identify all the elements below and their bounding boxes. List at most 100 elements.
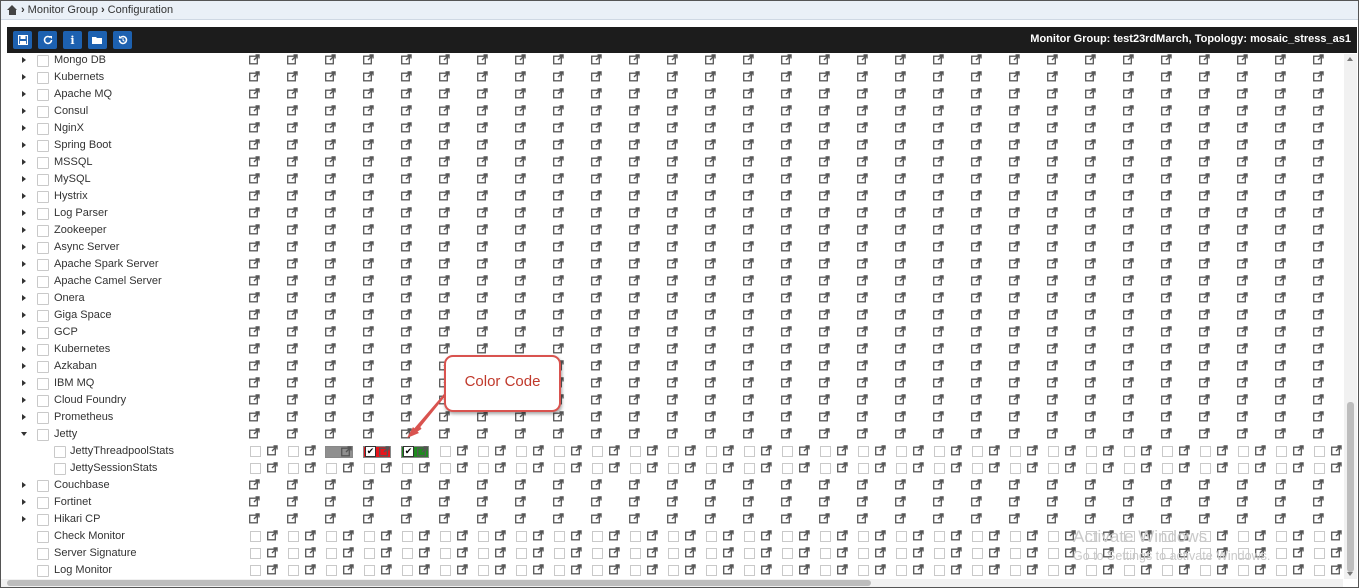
external-link-icon[interactable] <box>1255 530 1267 542</box>
external-link-icon[interactable] <box>971 139 983 151</box>
row-checkbox[interactable] <box>37 293 49 305</box>
external-link-icon[interactable] <box>857 343 869 355</box>
external-link-icon[interactable] <box>971 360 983 372</box>
external-link-icon[interactable] <box>819 309 831 321</box>
external-link-icon[interactable] <box>781 326 793 338</box>
external-link-icon[interactable] <box>705 190 717 202</box>
external-link-icon[interactable] <box>705 156 717 168</box>
external-link-icon[interactable] <box>1009 173 1021 185</box>
caret-right-icon[interactable] <box>22 193 26 199</box>
external-link-icon[interactable] <box>591 343 603 355</box>
external-link-icon[interactable] <box>647 564 659 576</box>
external-link-icon[interactable] <box>895 496 907 508</box>
cell-checkbox[interactable] <box>1314 446 1325 457</box>
cell-checkbox[interactable] <box>1314 531 1325 542</box>
external-link-icon[interactable] <box>1141 462 1153 474</box>
cell-checkbox[interactable] <box>820 548 831 559</box>
external-link-icon[interactable] <box>933 139 945 151</box>
external-link-icon[interactable] <box>895 394 907 406</box>
external-link-icon[interactable] <box>553 224 565 236</box>
external-link-icon[interactable] <box>913 547 925 559</box>
external-link-icon[interactable] <box>249 394 261 406</box>
external-link-icon[interactable] <box>971 326 983 338</box>
external-link-icon[interactable] <box>971 241 983 253</box>
external-link-icon[interactable] <box>533 462 545 474</box>
external-link-icon[interactable] <box>1123 275 1135 287</box>
cell-checkbox[interactable] <box>592 565 603 576</box>
external-link-icon[interactable] <box>1199 309 1211 321</box>
external-link-icon[interactable] <box>1313 122 1325 134</box>
external-link-icon[interactable] <box>249 173 261 185</box>
external-link-icon[interactable] <box>249 122 261 134</box>
external-link-icon[interactable] <box>971 394 983 406</box>
external-link-icon[interactable] <box>325 156 337 168</box>
row-checkbox[interactable] <box>37 344 49 356</box>
cell-checkbox[interactable] <box>1010 463 1021 474</box>
external-link-icon[interactable] <box>971 258 983 270</box>
external-link-icon[interactable] <box>267 462 279 474</box>
external-link-icon[interactable] <box>515 343 527 355</box>
external-link-icon[interactable] <box>743 258 755 270</box>
cell-checkbox[interactable] <box>402 565 413 576</box>
external-link-icon[interactable] <box>477 411 489 423</box>
external-link-icon[interactable] <box>325 139 337 151</box>
cell-checkbox[interactable] <box>440 565 451 576</box>
external-link-icon[interactable] <box>249 139 261 151</box>
external-link-icon[interactable] <box>629 309 641 321</box>
external-link-icon[interactable] <box>1047 275 1059 287</box>
cell-checkbox[interactable] <box>250 548 261 559</box>
external-link-icon[interactable] <box>249 513 261 525</box>
external-link-icon[interactable] <box>781 292 793 304</box>
external-link-icon[interactable] <box>1237 479 1249 491</box>
external-link-icon[interactable] <box>629 224 641 236</box>
external-link-icon[interactable] <box>439 122 451 134</box>
external-link-icon[interactable] <box>971 309 983 321</box>
external-link-icon[interactable] <box>287 224 299 236</box>
external-link-icon[interactable] <box>1313 360 1325 372</box>
external-link-icon[interactable] <box>971 479 983 491</box>
external-link-icon[interactable] <box>857 394 869 406</box>
external-link-icon[interactable] <box>363 190 375 202</box>
cell-checkbox[interactable] <box>288 446 299 457</box>
external-link-icon[interactable] <box>761 445 773 457</box>
external-link-icon[interactable] <box>781 54 793 66</box>
external-link-icon[interactable] <box>1047 360 1059 372</box>
external-link-icon[interactable] <box>1009 275 1021 287</box>
external-link-icon[interactable] <box>1027 564 1039 576</box>
external-link-icon[interactable] <box>857 54 869 66</box>
external-link-icon[interactable] <box>629 496 641 508</box>
external-link-icon[interactable] <box>1085 71 1097 83</box>
external-link-icon[interactable] <box>1085 326 1097 338</box>
row-checkbox[interactable] <box>37 55 49 67</box>
cell-checkbox[interactable] <box>1162 446 1173 457</box>
external-link-icon[interactable] <box>705 513 717 525</box>
external-link-icon[interactable] <box>781 377 793 389</box>
external-link-icon[interactable] <box>287 139 299 151</box>
external-link-icon[interactable] <box>477 105 489 117</box>
cell-checkbox[interactable] <box>1276 446 1287 457</box>
external-link-icon[interactable] <box>439 428 451 440</box>
external-link-icon[interactable] <box>875 530 887 542</box>
row-checkbox[interactable] <box>37 361 49 373</box>
external-link-icon[interactable] <box>1123 190 1135 202</box>
tree-row[interactable]: Kubernets <box>1 69 1343 86</box>
cell-checkbox[interactable] <box>858 548 869 559</box>
external-link-icon[interactable] <box>1161 156 1173 168</box>
external-link-icon[interactable] <box>895 258 907 270</box>
external-link-icon[interactable] <box>743 411 755 423</box>
tree-row[interactable]: NginX <box>1 120 1343 137</box>
external-link-icon[interactable] <box>1275 496 1287 508</box>
external-link-icon[interactable] <box>571 445 583 457</box>
external-link-icon[interactable] <box>439 309 451 321</box>
external-link-icon[interactable] <box>1009 513 1021 525</box>
external-link-icon[interactable] <box>287 479 299 491</box>
external-link-icon[interactable] <box>1331 530 1343 542</box>
external-link-icon[interactable] <box>1237 224 1249 236</box>
external-link-icon[interactable] <box>819 513 831 525</box>
external-link-icon[interactable] <box>287 54 299 66</box>
tree-row[interactable]: Consul <box>1 103 1343 120</box>
external-link-icon[interactable] <box>477 513 489 525</box>
external-link-icon[interactable] <box>667 343 679 355</box>
external-link-icon[interactable] <box>439 292 451 304</box>
cell-checkbox[interactable] <box>554 565 565 576</box>
